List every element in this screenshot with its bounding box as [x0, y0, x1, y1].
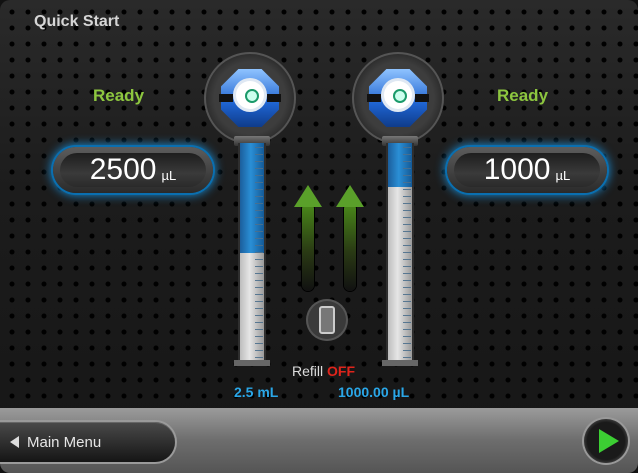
- play-icon: [599, 429, 619, 453]
- quick-start-screen: Quick Start Ready Ready 2500 µL 1000 µL: [0, 0, 638, 473]
- valve-icon[interactable]: [204, 52, 296, 144]
- left-volume-value: 2500: [89, 153, 157, 186]
- right-status: Ready: [497, 86, 549, 105]
- right-volume-value: 1000: [483, 153, 551, 186]
- right-readout: 1000.00 µL: [338, 384, 410, 400]
- main-menu-label: Main Menu: [27, 433, 102, 451]
- refill-label: Refill: [292, 363, 324, 379]
- footer-bar: Main Menu: [0, 408, 638, 473]
- left-volume-unit: µL: [161, 167, 177, 183]
- refill-icon[interactable]: [306, 299, 348, 341]
- left-status: Ready: [93, 86, 145, 105]
- play-button[interactable]: [584, 419, 628, 463]
- left-volume-field[interactable]: 2500 µL: [53, 147, 213, 193]
- up-arrow-icon: [294, 185, 322, 293]
- left-syringe-barrel: [238, 143, 266, 362]
- right-volume-unit: µL: [555, 167, 571, 183]
- page-title: Quick Start: [34, 13, 120, 30]
- main-menu-button[interactable]: Main Menu: [0, 422, 175, 462]
- back-arrow-icon: [10, 436, 19, 448]
- right-syringe-barrel: [386, 143, 414, 362]
- left-readout: 2.5 mL: [234, 384, 279, 400]
- up-arrow-icon: [336, 185, 364, 293]
- valve-icon[interactable]: [352, 52, 444, 144]
- refill-status[interactable]: Refill OFF: [292, 363, 355, 379]
- right-volume-field[interactable]: 1000 µL: [447, 147, 607, 193]
- refill-state: OFF: [327, 363, 356, 379]
